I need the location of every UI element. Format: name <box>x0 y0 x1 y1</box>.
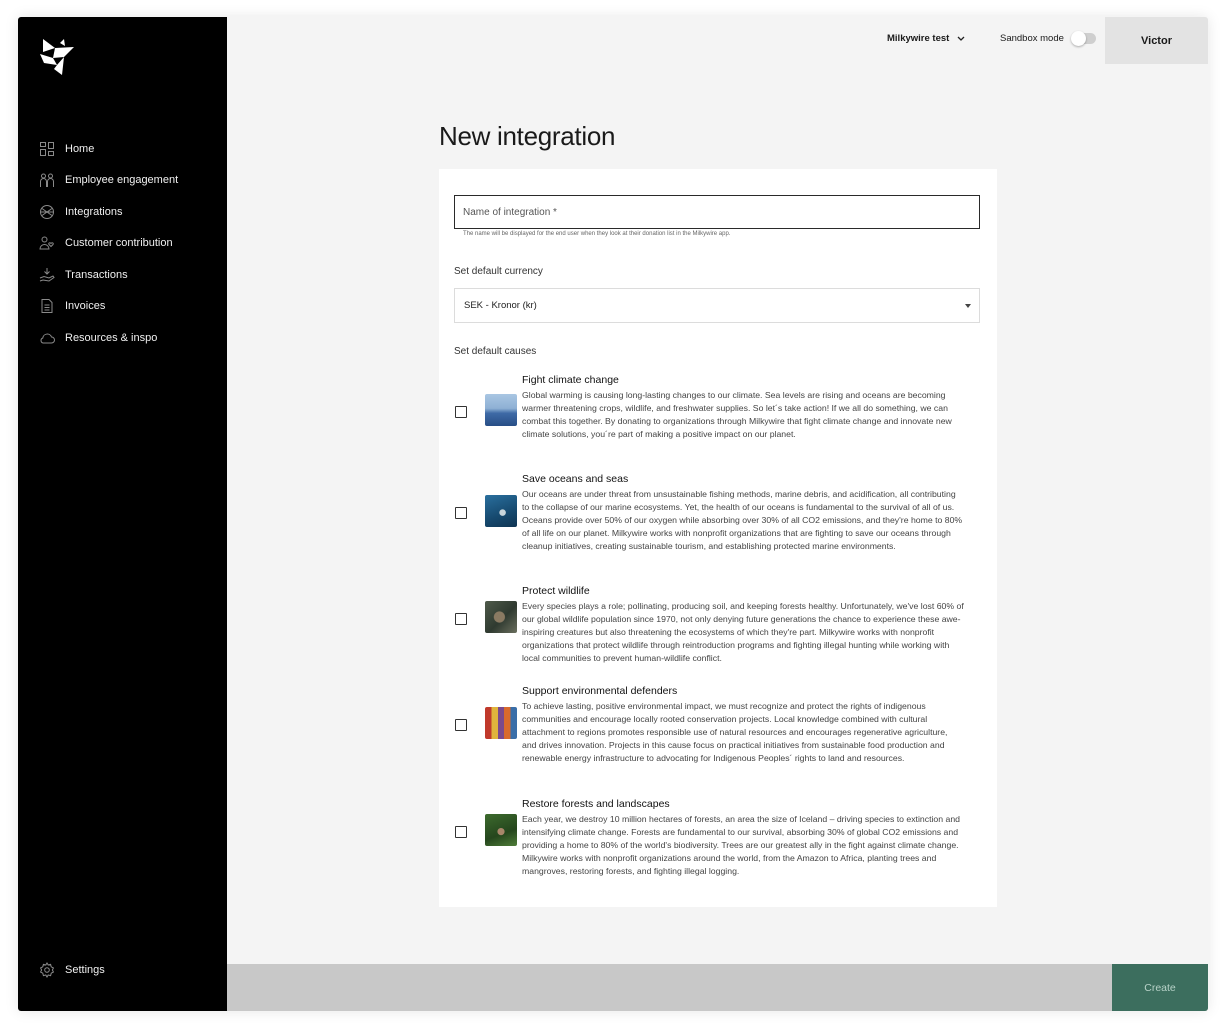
sidebar-item-invoices[interactable]: Invoices <box>18 291 227 323</box>
sidebar-item-integrations[interactable]: Integrations <box>18 196 227 228</box>
gear-icon <box>39 961 55 978</box>
user-menu[interactable]: Victor <box>1105 17 1208 64</box>
sidebar-item-resources[interactable]: Resources & inspo <box>18 322 227 354</box>
wildlife-image <box>485 601 517 633</box>
cause-title: Restore forests and landscapes <box>522 798 670 810</box>
home-grid-icon <box>39 141 55 157</box>
sidebar-item-transactions[interactable]: Transactions <box>18 259 227 291</box>
toggle-knob <box>1070 31 1086 46</box>
sidebar-item-label: Home <box>65 142 95 155</box>
integration-name-hint: The name will be displayed for the end u… <box>463 231 731 237</box>
create-button[interactable]: Create <box>1112 964 1208 1011</box>
cause-checkbox[interactable] <box>455 826 467 838</box>
sidebar-item-customer-contribution[interactable]: Customer contribution <box>18 228 227 260</box>
integrations-icon <box>39 204 55 220</box>
sidebar-item-settings[interactable]: Settings <box>18 954 248 986</box>
org-selector[interactable]: Milkywire test <box>887 33 965 44</box>
page-title: New integration <box>439 121 616 151</box>
sidebar-item-employee-engagement[interactable]: Employee engagement <box>18 165 227 197</box>
currency-value: SEK - Kronor (kr) <box>464 300 537 311</box>
cause-description: Each year, we destroy 10 million hectare… <box>522 814 960 877</box>
integration-name-input[interactable]: Name of integration * <box>454 195 980 229</box>
forest-image <box>485 814 517 846</box>
caret-down-icon <box>965 304 971 308</box>
sidebar-item-label: Resources & inspo <box>65 331 158 344</box>
causes-label: Set default causes <box>454 346 537 357</box>
sidebar-nav: Home Employee engagement Integrations Cu… <box>18 133 227 354</box>
sidebar-item-label: Transactions <box>65 268 128 281</box>
sidebar-item-home[interactable]: Home <box>18 133 227 165</box>
sidebar-item-label: Employee engagement <box>65 174 179 187</box>
app-window: Home Employee engagement Integrations Cu… <box>18 17 1208 1011</box>
cause-title: Save oceans and seas <box>522 473 629 485</box>
cause-title: Support environmental defenders <box>522 685 678 697</box>
cloud-icon <box>39 330 55 346</box>
cause-description: To achieve lasting, positive environment… <box>522 701 948 764</box>
cause-description: Our oceans are under threat from unsusta… <box>522 489 963 552</box>
sidebar-item-label: Customer contribution <box>65 237 173 250</box>
sidebar-item-label: Integrations <box>65 205 123 218</box>
chevron-down-icon <box>957 36 965 41</box>
cause-description: Global warming is causing long-lasting c… <box>522 390 952 440</box>
hand-coin-icon <box>39 267 55 283</box>
sandbox-label: Sandbox mode <box>1000 33 1064 44</box>
integration-form: Name of integration * The name will be d… <box>439 169 997 907</box>
user-heart-icon <box>39 235 55 251</box>
cause-checkbox[interactable] <box>455 406 467 418</box>
user-name: Victor <box>1141 34 1172 47</box>
document-icon <box>39 298 55 314</box>
integration-name-placeholder: Name of integration * <box>463 206 557 218</box>
footer-bar: Create <box>227 964 1208 1011</box>
cause-description: Every species plays a role; pollinating,… <box>522 601 964 664</box>
currency-select[interactable]: SEK - Kronor (kr) <box>454 288 980 323</box>
cause-checkbox[interactable] <box>455 613 467 625</box>
cause-title: Fight climate change <box>522 374 619 386</box>
top-bar: Milkywire test Sandbox mode Victor <box>227 17 1208 64</box>
currency-label: Set default currency <box>454 266 543 277</box>
ocean-turtle-image <box>485 495 517 527</box>
cause-checkbox[interactable] <box>455 507 467 519</box>
cause-checkbox[interactable] <box>455 719 467 731</box>
sandbox-mode: Sandbox mode <box>1000 31 1096 46</box>
people-icon <box>39 172 55 188</box>
sidebar: Home Employee engagement Integrations Cu… <box>18 17 227 1011</box>
sandbox-toggle[interactable] <box>1070 31 1096 46</box>
sidebar-item-label: Settings <box>65 963 105 976</box>
solar-panels-image <box>485 394 517 426</box>
defenders-group-image <box>485 707 517 739</box>
cause-title: Protect wildlife <box>522 585 590 597</box>
org-name: Milkywire test <box>887 33 950 44</box>
sidebar-item-label: Invoices <box>65 300 106 313</box>
milkywire-logo[interactable] <box>40 39 74 75</box>
